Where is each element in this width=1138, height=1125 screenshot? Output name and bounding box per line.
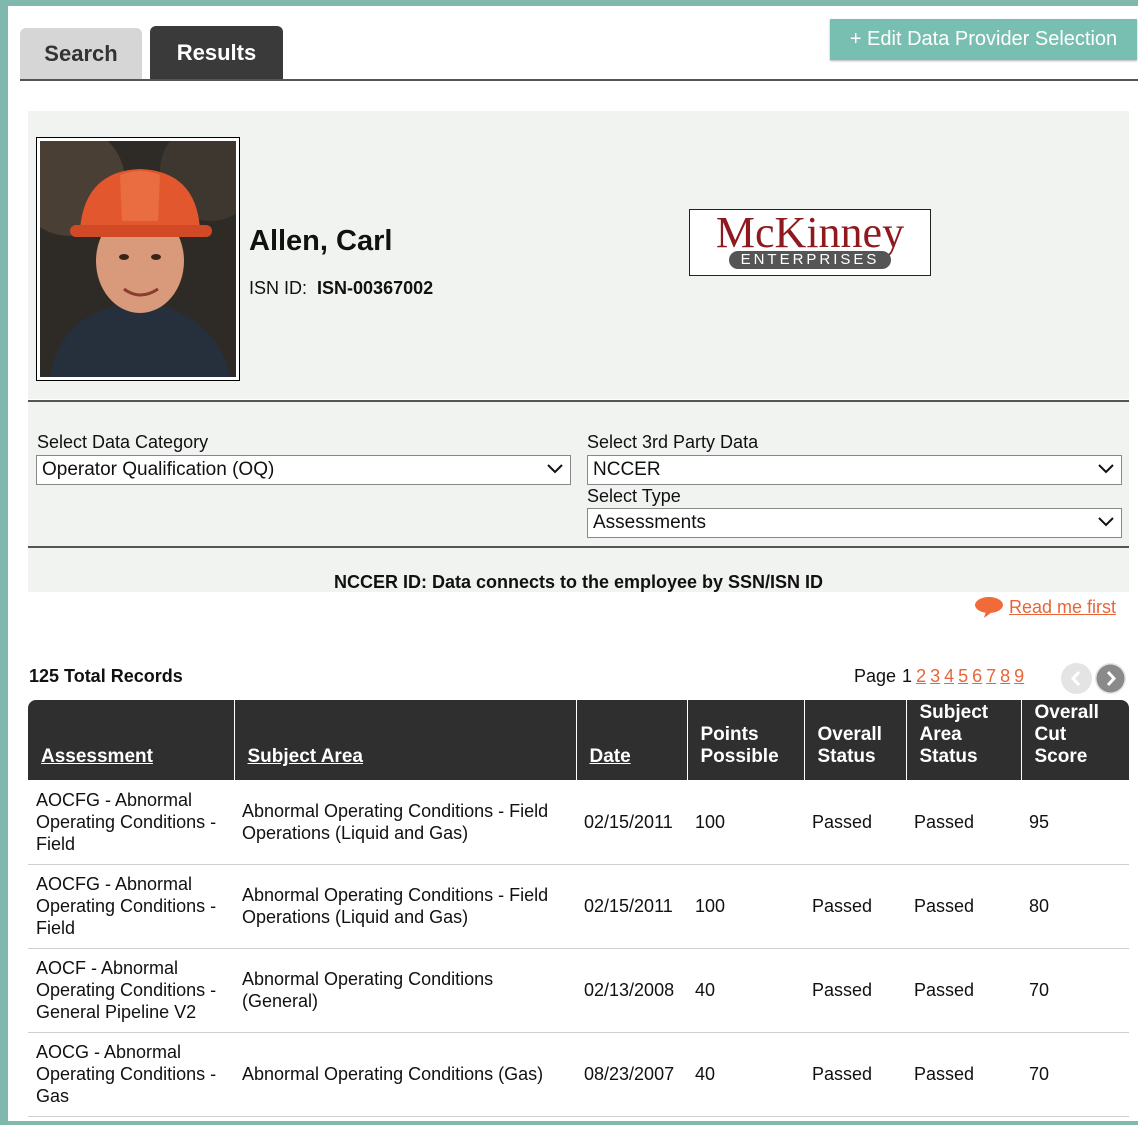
cell-date: 02/13/2008 (576, 948, 687, 1033)
cell-assessment: AOCG - Abnormal Operating Conditions - G… (28, 1032, 234, 1117)
read-me-link[interactable]: Read me first (974, 596, 1116, 618)
tab-search[interactable]: Search (20, 28, 142, 80)
table-row: AOCFG - Abnormal Operating Conditions - … (28, 780, 1129, 865)
employee-name: Allen, Carl (249, 225, 393, 257)
third-party-label: Select 3rd Party Data (587, 432, 759, 452)
page-link[interactable]: 9 (1014, 666, 1024, 687)
page-link[interactable]: 7 (986, 666, 996, 687)
cell-assessment: AOCFG - Abnormal Operating Conditions - … (28, 864, 234, 949)
read-me-text[interactable]: Read me first (1009, 597, 1116, 618)
next-page-button[interactable] (1095, 663, 1126, 694)
page-link[interactable]: 5 (958, 666, 968, 687)
cell-overall-status: Passed (804, 864, 906, 949)
third-party-value: NCCER (593, 459, 661, 480)
chevron-down-icon (1098, 517, 1114, 527)
tab-divider (20, 79, 1138, 81)
cell-subject-area: Abnormal Operating Conditions (General) (234, 948, 576, 1033)
assessments-table: Assessment Subject Area Date Points Poss… (28, 700, 1129, 1117)
cell-points-possible: 100 (687, 780, 804, 865)
page-link[interactable]: 3 (930, 666, 940, 687)
tab-results[interactable]: Results (150, 26, 283, 80)
cell-overall-status: Passed (804, 948, 906, 1033)
photo-image (40, 141, 236, 377)
data-category-value: Operator Qualification (OQ) (42, 459, 275, 480)
logo-subtitle: ENTERPRISES (728, 251, 892, 269)
chevron-down-icon (547, 464, 563, 474)
data-category-select[interactable]: Operator Qualification (OQ) (36, 455, 571, 485)
filter-divider (28, 546, 1129, 548)
nccer-note: NCCER ID: Data connects to the employee … (333, 572, 824, 592)
column-header-subject-area[interactable]: Subject Area (234, 700, 577, 780)
page-link[interactable]: 4 (944, 666, 954, 687)
pagination: Page 1 2 3 4 5 6 7 8 9 (854, 666, 1028, 687)
page-link[interactable]: 8 (1000, 666, 1010, 687)
isn-value: ISN-00367002 (317, 278, 434, 298)
cell-subject-area-status: Passed (906, 780, 1021, 865)
cell-overall-cut-score: 70 (1021, 948, 1129, 1033)
cell-date: 02/15/2011 (576, 780, 687, 865)
prev-page-button[interactable] (1061, 663, 1092, 694)
page-link[interactable]: 2 (916, 666, 926, 687)
cell-overall-cut-score: 70 (1021, 1032, 1129, 1117)
column-header-date[interactable]: Date (576, 700, 688, 780)
cell-subject-area: Abnormal Operating Conditions - Field Op… (234, 780, 576, 865)
column-header-assessment[interactable]: Assessment (28, 700, 235, 780)
cell-points-possible: 40 (687, 948, 804, 1033)
cell-points-possible: 40 (687, 1032, 804, 1117)
table-row: AOCG - Abnormal Operating Conditions - G… (28, 1032, 1129, 1117)
page-link[interactable]: 6 (972, 666, 982, 687)
type-label: Select Type (587, 486, 681, 506)
page-label: Page (854, 666, 897, 686)
table-header-row: Assessment Subject Area Date Points Poss… (28, 700, 1129, 780)
isn-label: ISN ID: (249, 278, 308, 298)
column-header-subject-area-status: Subject Area Status (906, 700, 1022, 780)
cell-overall-status: Passed (804, 1032, 906, 1117)
cell-overall-cut-score: 80 (1021, 864, 1129, 949)
cell-subject-area: Abnormal Operating Conditions - Field Op… (234, 864, 576, 949)
column-header-points-possible: Points Possible (687, 700, 805, 780)
cell-date: 02/15/2011 (576, 864, 687, 949)
cell-subject-area-status: Passed (906, 864, 1021, 949)
third-party-select[interactable]: NCCER (587, 455, 1122, 485)
cell-subject-area-status: Passed (906, 1032, 1021, 1117)
column-header-overall-status: Overall Status (804, 700, 907, 780)
type-select[interactable]: Assessments (587, 508, 1122, 538)
cell-assessment: AOCF - Abnormal Operating Conditions - G… (28, 948, 234, 1033)
data-category-label: Select Data Category (37, 432, 209, 452)
cell-subject-area: Abnormal Operating Conditions (Gas) (234, 1032, 576, 1117)
cell-points-possible: 100 (687, 864, 804, 949)
cell-overall-cut-score: 95 (1021, 780, 1129, 865)
company-logo: McKinney ENTERPRISES (689, 209, 931, 276)
edit-data-provider-button[interactable]: + Edit Data Provider Selection (830, 19, 1137, 60)
logo-name: McKinney (715, 208, 905, 257)
speech-bubble-icon (975, 597, 1003, 618)
chevron-right-icon (1096, 664, 1125, 693)
cell-overall-status: Passed (804, 780, 906, 865)
column-header-overall-cut-score: Overall Cut Score (1021, 700, 1129, 780)
employee-photo (36, 137, 240, 381)
chevron-left-icon (1070, 670, 1081, 687)
total-records: 125 Total Records (29, 666, 183, 686)
cell-subject-area-status: Passed (906, 948, 1021, 1033)
isn-id: ISN ID: ISN-00367002 (249, 278, 433, 299)
filter-panel (28, 402, 1129, 592)
type-value: Assessments (593, 512, 706, 533)
table-row: AOCF - Abnormal Operating Conditions - G… (28, 948, 1129, 1033)
cell-assessment: AOCFG - Abnormal Operating Conditions - … (28, 780, 234, 865)
chevron-down-icon (1098, 464, 1114, 474)
cell-date: 08/23/2007 (576, 1032, 687, 1117)
current-page: 1 (902, 666, 913, 686)
table-row: AOCFG - Abnormal Operating Conditions - … (28, 864, 1129, 949)
worker-portrait-icon (40, 141, 236, 377)
